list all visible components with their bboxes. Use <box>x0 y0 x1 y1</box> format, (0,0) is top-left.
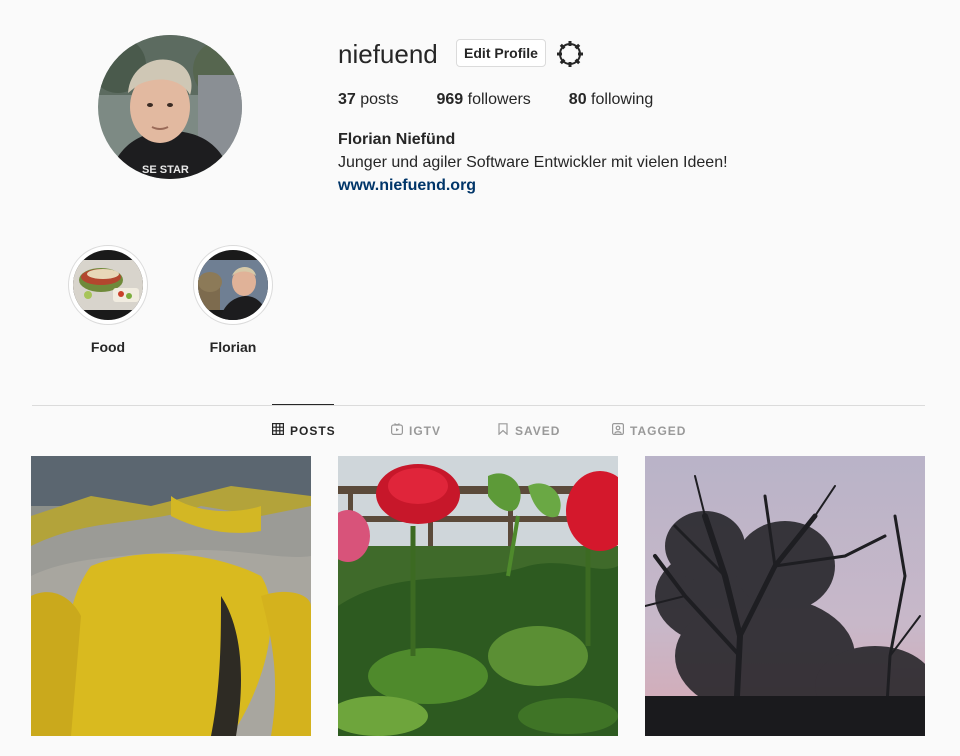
active-tab-indicator <box>272 404 334 405</box>
profile-stats: 37 posts 969 followers 80 following <box>338 90 691 110</box>
followers-link[interactable]: 969 followers <box>437 90 531 110</box>
avatar-shirt-text: SE STAR <box>142 164 189 176</box>
post-thumbnail[interactable] <box>338 456 618 736</box>
post-image-trees <box>645 456 925 736</box>
tab-saved[interactable]: SAVED <box>497 423 560 438</box>
full-name: Florian Niefünd <box>338 131 456 148</box>
highlight-food[interactable]: Food <box>67 245 149 356</box>
tab-posts[interactable]: POSTS <box>272 423 336 438</box>
followers-count-label: followers <box>467 91 531 108</box>
highlight-ring <box>68 245 148 325</box>
post-thumbnail[interactable] <box>31 456 311 736</box>
tab-igtv[interactable]: IGTV <box>391 423 441 438</box>
igtv-icon <box>391 423 404 438</box>
bio-text: Junger und agiler Software Entwickler mi… <box>338 154 728 171</box>
highlight-label: Florian <box>209 339 257 355</box>
following-count-value: 80 <box>568 91 587 108</box>
tagged-icon <box>612 423 625 438</box>
posts-count-value: 37 <box>338 91 356 108</box>
tab-saved-label: SAVED <box>515 423 561 438</box>
highlight-label: Food <box>90 339 126 355</box>
edit-profile-button[interactable]: Edit Profile <box>456 39 546 67</box>
profile-tabs: POSTS IGTV SAVED TAGGED <box>0 423 960 439</box>
post-thumbnail[interactable] <box>645 456 925 736</box>
profile-avatar[interactable]: SE STAR <box>98 35 242 179</box>
website-link[interactable]: www.niefuend.org <box>338 176 476 196</box>
bookmark-icon <box>497 423 509 438</box>
highlight-florian-image <box>198 250 268 320</box>
highlight-florian[interactable]: Florian <box>192 245 274 356</box>
grid-icon <box>272 423 285 438</box>
post-image-lichen <box>31 456 311 736</box>
highlight-food-image <box>73 250 143 320</box>
followers-count-value: 969 <box>436 91 464 108</box>
gear-icon[interactable] <box>556 40 584 68</box>
tab-igtv-label: IGTV <box>409 423 442 438</box>
tab-tagged-label: TAGGED <box>630 423 687 438</box>
following-count-label: following <box>591 91 654 108</box>
highlight-ring <box>193 245 273 325</box>
posts-count-label: posts <box>360 91 399 108</box>
username: niefuend <box>338 39 438 69</box>
following-link[interactable]: 80 following <box>569 90 654 110</box>
post-image-flowers <box>338 456 618 736</box>
tabs-divider <box>32 405 925 406</box>
tab-posts-label: POSTS <box>290 423 336 438</box>
profile-page: SE STAR niefuend Edit Profile 37 posts 9… <box>0 0 960 756</box>
posts-count: 37 posts <box>338 90 399 110</box>
tab-tagged[interactable]: TAGGED <box>612 423 686 438</box>
